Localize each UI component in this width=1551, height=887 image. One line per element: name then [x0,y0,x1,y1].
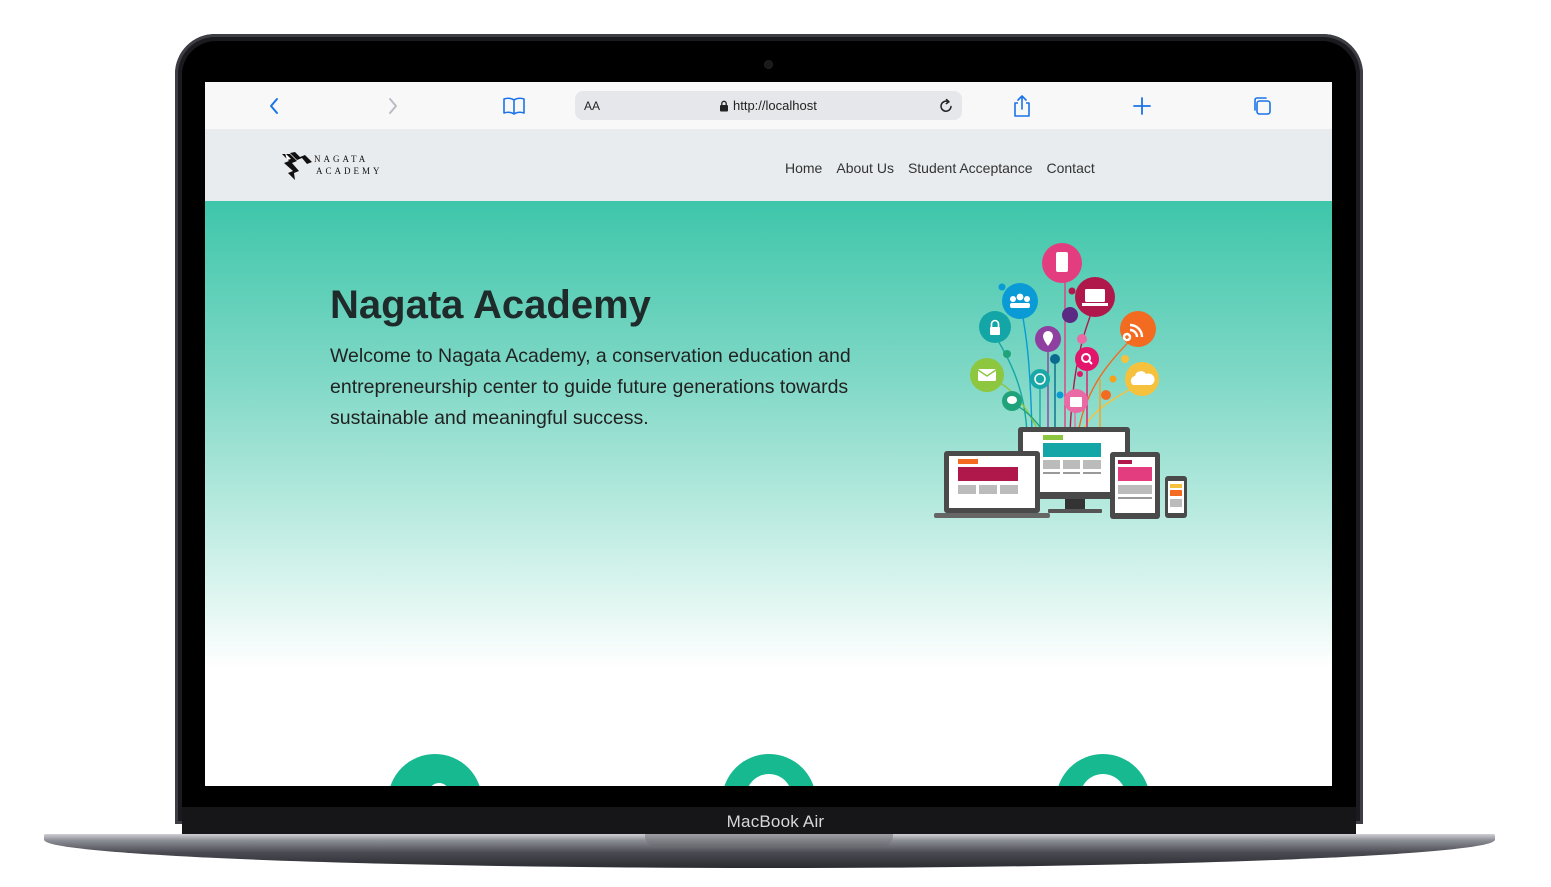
device-label: MacBook Air [726,812,825,831]
reload-icon [940,98,952,112]
camera-icon [765,61,772,68]
address-bar[interactable]: AA http://localhost [575,91,962,120]
devices-illustration [934,243,1187,519]
feature-circle-1 [388,754,482,786]
circle-icon [1080,774,1126,786]
book-icon [503,97,525,115]
forward-button[interactable] [377,90,409,122]
logo-mark-icon [282,152,312,180]
bookmarks-button[interactable] [498,90,530,122]
logo-line1: NAGATA [314,154,369,164]
hero-description: Welcome to Nagata Academy, a conservatio… [330,345,851,429]
plus-icon [1133,97,1151,115]
browser-toolbar: AA http://localhost [205,82,1332,129]
nav-links: Home About Us Student Acceptance Contact [785,160,1095,176]
circle-icon [746,774,792,786]
hero-section: Nagata Academy Welcome to Nagata Academy… [205,201,1332,786]
logo-line2: ACADEMY [316,166,383,176]
url-display[interactable]: http://localhost [719,98,817,113]
laptop-hinge-notch [645,834,893,846]
share-button[interactable] [1006,90,1038,122]
tabs-icon [1254,97,1271,115]
logo-text: NAGATA ACADEMY [314,153,383,177]
lock-icon [720,100,728,111]
share-icon [1014,95,1030,117]
feature-circle-3 [1056,754,1150,786]
nav-contact[interactable]: Contact [1047,160,1095,176]
site-logo[interactable]: NAGATA ACADEMY [281,150,396,182]
feature-circle-2 [722,754,816,786]
browser-screen: AA http://localhost NAGATA ACADEMY Home … [205,82,1332,786]
url-text: http://localhost [733,98,817,113]
reader-mode-button[interactable]: AA [584,99,600,113]
new-tab-button[interactable] [1126,90,1158,122]
reload-button[interactable] [934,94,958,118]
nav-about-us[interactable]: About Us [836,160,894,176]
hero-title: Nagata Academy [330,283,651,327]
back-button[interactable] [258,90,290,122]
chevron-right-icon [389,98,397,114]
nav-home[interactable]: Home [785,160,822,176]
chevron-left-icon [270,98,278,114]
nav-student-acceptance[interactable]: Student Acceptance [908,160,1033,176]
tabs-button[interactable] [1246,90,1278,122]
cloud-icon [431,783,447,786]
site-navbar: NAGATA ACADEMY Home About Us Student Acc… [205,129,1332,201]
